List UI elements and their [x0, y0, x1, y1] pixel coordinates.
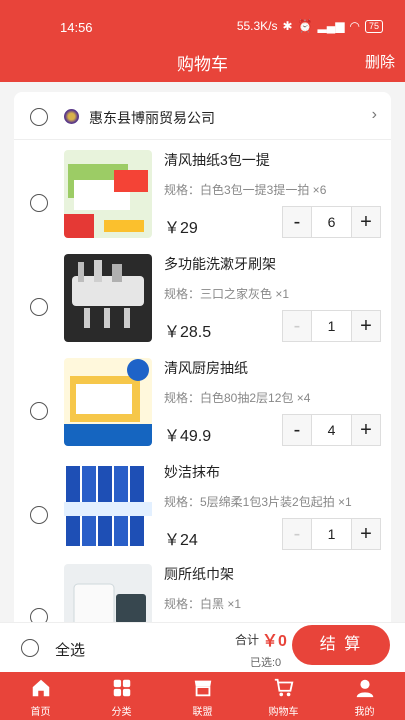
quantity-stepper: - 6 + [282, 206, 381, 238]
cart-item: 清风抽纸3包一提 规格：白色3包一提3提一拍 ×6 ￥29 - 6 + [14, 150, 391, 254]
item-price: ￥24 [164, 532, 198, 549]
tab-mine[interactable]: 我的 [324, 672, 405, 720]
tab-label: 购物车 [268, 707, 299, 718]
decrease-button[interactable]: - [283, 415, 311, 445]
chevron-right-icon[interactable]: › [372, 106, 377, 124]
wifi-icon: ◠ [349, 19, 360, 33]
tab-category[interactable]: 分类 [81, 672, 162, 720]
item-select-radio[interactable] [30, 402, 48, 420]
quantity-stepper: - 1 + [282, 518, 381, 550]
increase-button[interactable]: + [352, 415, 380, 445]
item-name[interactable]: 厕所纸巾架 [164, 564, 234, 584]
home-icon [0, 677, 81, 701]
quantity-stepper: - 1 + [282, 310, 381, 342]
checkout-button[interactable]: 结 算 [292, 625, 390, 665]
item-spec: 规格：白色3包一提3提一拍 ×6 [164, 183, 327, 197]
total-value: ￥0 [262, 633, 287, 650]
item-price: ￥28.5 [164, 324, 212, 341]
category-icon [81, 677, 162, 701]
shop-header[interactable]: 惠东县博丽贸易公司 › [14, 92, 391, 140]
shop-select-radio[interactable] [30, 108, 48, 126]
selected-count: 已选:0 [250, 657, 282, 669]
top-bar: 14:56 55.3K/s ✱ ⏰ ▂▄▆ ◠ 75 购物车 删除 [0, 0, 405, 82]
tab-label: 分类 [111, 707, 132, 718]
item-spec: 规格：白色80抽2层12包 ×4 [164, 391, 311, 405]
quantity-value[interactable]: 4 [311, 415, 352, 445]
cart-icon [243, 677, 324, 701]
tab-alliance[interactable]: 联盟 [162, 672, 243, 720]
shop-logo-icon [64, 109, 79, 124]
net-speed: 55.3K/s [236, 19, 278, 33]
item-select-radio[interactable] [30, 194, 48, 212]
product-image[interactable] [64, 358, 152, 446]
product-image[interactable] [64, 150, 152, 238]
increase-button[interactable]: + [352, 519, 380, 549]
tab-home[interactable]: 首页 [0, 672, 81, 720]
delete-button[interactable]: 删除 [365, 51, 395, 72]
item-spec: 规格：三口之家灰色 ×1 [164, 287, 290, 301]
shop-name: 惠东县博丽贸易公司 [89, 110, 215, 126]
cart-card: 惠东县博丽贸易公司 › 清风抽纸3包一提 规格：白色3包一提3提一拍 ×6 ￥2… [14, 92, 391, 632]
select-all-label[interactable]: 全选 [55, 639, 85, 660]
cart-item: 多功能洗漱牙刷架 规格：三口之家灰色 ×1 ￥28.5 - 1 + [14, 254, 391, 358]
tab-label: 联盟 [192, 707, 213, 718]
item-spec: 规格：5层绵柔1包3片装2包起拍 ×1 [164, 495, 352, 509]
decrease-button[interactable]: - [283, 311, 311, 341]
signal-icon: ▂▄▆ [317, 19, 345, 33]
decrease-button[interactable]: - [283, 207, 311, 237]
tab-label: 首页 [30, 707, 51, 718]
item-name[interactable]: 多功能洗漱牙刷架 [164, 254, 276, 274]
tab-bar: 首页 分类 联盟 购物车 我的 [0, 672, 405, 720]
item-name[interactable]: 清风抽纸3包一提 [164, 150, 270, 170]
page-title: 购物车 [177, 55, 228, 74]
checkout-bar: 全选 合计 ￥0 已选:0 结 算 [0, 622, 405, 672]
quantity-value[interactable]: 6 [311, 207, 352, 237]
product-image[interactable] [64, 254, 152, 342]
select-all-radio[interactable] [21, 639, 39, 657]
cart-item: 清风厨房抽纸 规格：白色80抽2层12包 ×4 ￥49.9 - 4 + [14, 358, 391, 462]
item-name[interactable]: 清风厨房抽纸 [164, 358, 248, 378]
item-price: ￥49.9 [164, 428, 212, 445]
tab-cart[interactable]: 购物车 [243, 672, 324, 720]
item-spec: 规格：白黑 ×1 [164, 597, 242, 611]
status-bar: 14:56 55.3K/s ✱ ⏰ ▂▄▆ ◠ 75 [0, 0, 405, 40]
bluetooth-icon: ✱ [282, 19, 293, 33]
decrease-button[interactable]: - [283, 519, 311, 549]
item-select-radio[interactable] [30, 506, 48, 524]
item-select-radio[interactable] [30, 298, 48, 316]
item-name[interactable]: 妙洁抹布 [164, 462, 220, 482]
total-label: 合计 [235, 633, 260, 647]
cart-item: 妙洁抹布 规格：5层绵柔1包3片装2包起拍 ×1 ￥24 - 1 + [14, 462, 391, 566]
alarm-icon: ⏰ [297, 19, 313, 33]
quantity-value[interactable]: 1 [311, 519, 352, 549]
status-time: 14:56 [60, 20, 93, 35]
item-price: ￥29 [164, 220, 198, 237]
quantity-stepper: - 4 + [282, 414, 381, 446]
increase-button[interactable]: + [352, 207, 380, 237]
increase-button[interactable]: + [352, 311, 380, 341]
tab-label: 我的 [354, 707, 375, 718]
store-icon [162, 677, 243, 701]
battery-icon: 75 [364, 19, 383, 33]
status-icons: 55.3K/s ✱ ⏰ ▂▄▆ ◠ 75 [237, 19, 383, 33]
product-image[interactable] [64, 462, 152, 550]
user-icon [324, 677, 405, 701]
quantity-value[interactable]: 1 [311, 311, 352, 341]
